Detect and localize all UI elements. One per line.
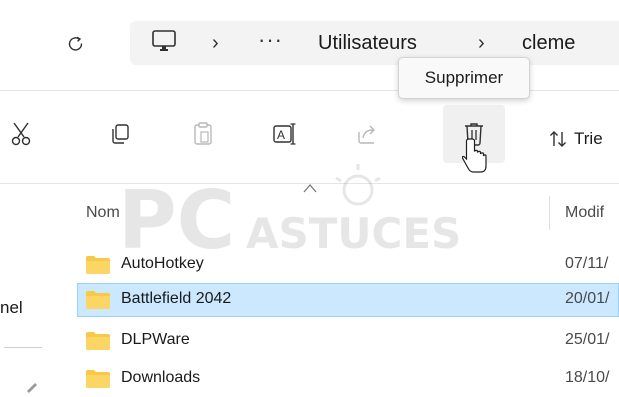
column-header-row: Nom Modif	[70, 196, 619, 230]
file-date: 20/01/	[565, 290, 610, 307]
breadcrumb-overflow[interactable]: ···	[258, 27, 283, 53]
nav-divider	[4, 347, 42, 348]
folder-icon	[86, 332, 110, 350]
folder-icon	[86, 370, 110, 388]
command-bar: A Trie	[0, 91, 619, 183]
file-row[interactable]: DLPWare 25/01/	[78, 325, 619, 357]
cut-button[interactable]	[0, 111, 44, 157]
file-name: Downloads	[121, 369, 201, 386]
copy-button[interactable]	[97, 111, 143, 157]
breadcrumb-separator: ›	[212, 32, 219, 54]
file-row-selected[interactable]: Battlefield 2042 20/01/	[77, 283, 619, 317]
this-pc-icon[interactable]	[150, 28, 178, 56]
file-name: DLPWare	[121, 331, 190, 348]
file-row[interactable]: AutoHotkey 07/11/	[78, 249, 619, 281]
breadcrumb-separator: ›	[478, 32, 485, 54]
sort-ascending-caret-icon	[303, 184, 317, 193]
copy-icon	[112, 124, 129, 144]
column-separator[interactable]	[549, 196, 550, 230]
scissors-icon	[11, 122, 31, 146]
pin-icon	[27, 383, 37, 393]
paste-icon	[194, 122, 212, 145]
svg-text:A: A	[277, 128, 285, 142]
refresh-icon	[68, 36, 83, 51]
delete-tooltip: Supprimer	[398, 57, 530, 99]
file-date: 25/01/	[565, 331, 610, 348]
navigation-pane: nel	[0, 184, 70, 397]
folder-icon	[86, 256, 110, 274]
sort-button[interactable]: Trie	[548, 125, 603, 153]
sort-arrows-icon	[550, 131, 566, 147]
rename-button[interactable]: A	[262, 111, 308, 157]
file-date: 07/11/	[565, 255, 609, 272]
share-icon	[358, 125, 375, 144]
breadcrumb-utilisateurs[interactable]: Utilisateurs	[318, 32, 417, 55]
breadcrumb-cleme[interactable]: cleme	[522, 32, 575, 55]
column-header-modified[interactable]: Modif	[565, 204, 604, 222]
rename-icon: A	[273, 123, 296, 145]
share-button[interactable]	[345, 111, 391, 157]
file-date: 18/10/	[565, 369, 610, 386]
folder-icon	[86, 291, 110, 309]
mouse-cursor-icon	[462, 138, 487, 173]
column-header-name[interactable]: Nom	[86, 204, 120, 222]
file-name: Battlefield 2042	[121, 290, 232, 307]
nav-item-label[interactable]: nel	[0, 298, 23, 318]
file-row[interactable]: Downloads 18/10/	[78, 363, 619, 395]
sort-label: Trie	[574, 129, 603, 148]
file-name: AutoHotkey	[121, 255, 204, 272]
paste-button[interactable]	[180, 111, 226, 157]
refresh-button[interactable]	[56, 26, 96, 62]
